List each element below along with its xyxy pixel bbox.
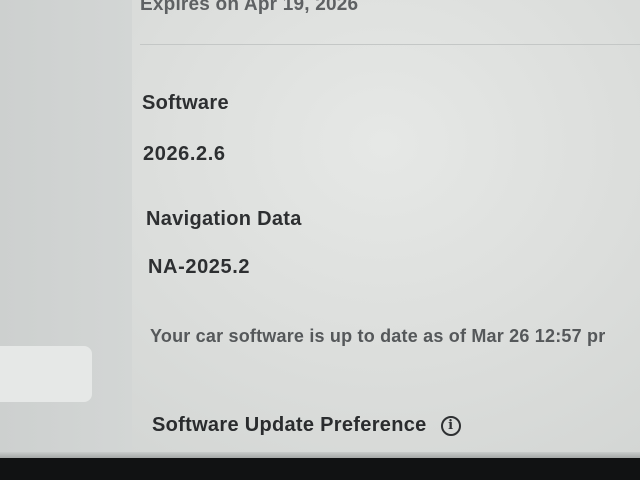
- software-label: Software: [142, 92, 229, 114]
- software-settings-screen: Expires on Apr 19, 2026 Software 2026.2.…: [0, 0, 640, 480]
- software-update-preference-row[interactable]: Software Update Preference i: [152, 414, 461, 437]
- update-status-text: Your car software is up to date as of Ma…: [150, 326, 606, 346]
- software-version: 2026.2.6: [143, 143, 226, 165]
- navigation-data-version: NA-2025.2: [148, 256, 251, 278]
- software-update-preference-label: Software Update Preference: [152, 414, 427, 436]
- screen-bezel: [0, 458, 640, 480]
- sidebar-button[interactable]: [0, 346, 92, 402]
- info-icon[interactable]: i: [440, 415, 461, 436]
- section-divider: [140, 44, 640, 45]
- expiration-text: Expires on Apr 19, 2026: [140, 0, 359, 15]
- navigation-data-label: Navigation Data: [146, 208, 302, 230]
